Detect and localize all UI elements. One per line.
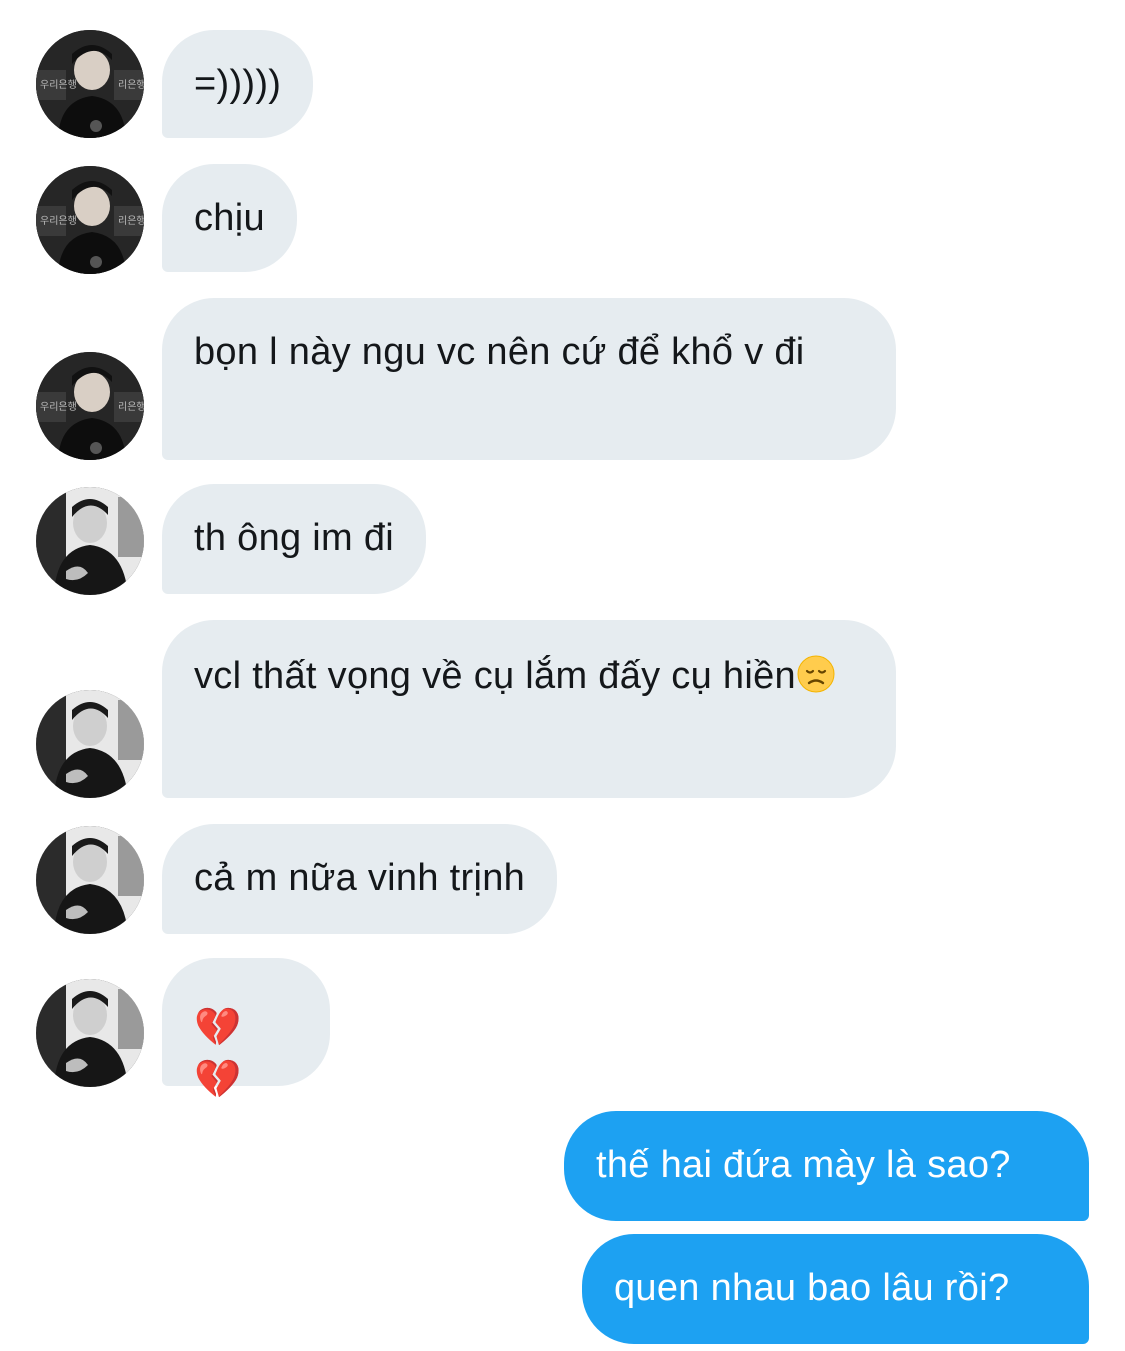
- message-bubble-outgoing: quen nhau bao lâu rồi?: [582, 1234, 1089, 1344]
- avatar[interactable]: [36, 352, 144, 460]
- avatar[interactable]: [36, 30, 144, 138]
- avatar[interactable]: [36, 979, 144, 1087]
- avatar[interactable]: [36, 826, 144, 934]
- avatar[interactable]: [36, 166, 144, 274]
- message-bubble-outgoing: thế hai đứa mày là sao?: [564, 1111, 1089, 1221]
- message-text: quen nhau bao lâu rồi?: [614, 1267, 1010, 1309]
- disappointed-face-icon: [796, 650, 836, 714]
- message-bubble: 💔 💔: [162, 958, 330, 1101]
- user-photo: [36, 166, 144, 274]
- user-photo: [36, 352, 144, 460]
- user-photo: [36, 30, 144, 138]
- message-text: bọn l này ngu vc nên cứ để khổ v đi: [194, 331, 805, 373]
- avatar[interactable]: [36, 690, 144, 798]
- user-photo: [36, 690, 144, 798]
- message-bubble: th ông im đi: [162, 484, 427, 594]
- user-photo: [36, 487, 144, 595]
- message-bubble: vcl thất vọng về cụ lắm đấy cụ hiền: [162, 620, 896, 798]
- message-bubble: =))))): [162, 30, 314, 138]
- user-photo: [36, 826, 144, 934]
- message-text: vcl thất vọng về cụ lắm đấy cụ hiền: [194, 655, 796, 697]
- message-text: =))))): [194, 63, 282, 105]
- message-text: thế hai đứa mày là sao?: [596, 1144, 1011, 1186]
- message-text: th ông im đi: [194, 517, 395, 559]
- avatar[interactable]: [36, 487, 144, 595]
- message-bubble: chịu: [162, 164, 297, 272]
- user-photo: [36, 979, 144, 1087]
- message-text: chịu: [194, 197, 265, 239]
- message-text: 💔 💔: [194, 1007, 242, 1101]
- message-text: cả m nữa vinh trịnh: [194, 857, 526, 899]
- message-bubble: cả m nữa vinh trịnh: [162, 824, 558, 934]
- message-bubble: bọn l này ngu vc nên cứ để khổ v đi: [162, 298, 896, 460]
